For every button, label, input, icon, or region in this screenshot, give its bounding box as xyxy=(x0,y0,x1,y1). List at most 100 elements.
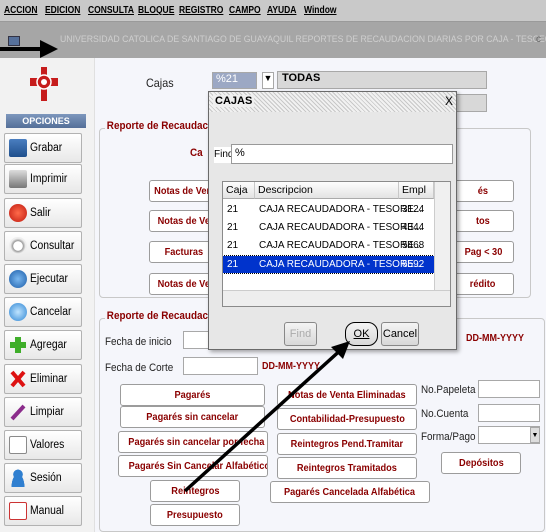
cancel-icon xyxy=(9,303,27,321)
sidebar-item-label: Limpiar xyxy=(30,406,64,418)
sidebar-item-label: Agregar xyxy=(30,339,67,351)
title-bar: UNIVERSIDAD CATOLICA DE SANTIAGO DE GUAY… xyxy=(0,22,546,58)
menu-bar: ACCION EDICION CONSULTA BLOQUE REGISTRO … xyxy=(0,0,546,22)
pagares-sin-cancelar-fecha-button[interactable]: Pagarés sin cancelar por fecha xyxy=(118,431,268,453)
sidebar-item-label: Salir xyxy=(30,207,51,219)
find-input[interactable]: % xyxy=(231,144,453,164)
manual-icon xyxy=(9,502,27,520)
menu-accion[interactable]: ACCION xyxy=(4,5,38,16)
dialog-title-bar[interactable]: CAJAS X xyxy=(209,92,456,112)
sidebar-item-imprimir[interactable]: Imprimir xyxy=(4,164,82,194)
menu-registro[interactable]: REGISTRO xyxy=(179,5,223,16)
sidebar-item-consultar[interactable]: Consultar xyxy=(4,231,82,261)
fecha-corte-field[interactable] xyxy=(183,357,258,375)
cajas-code-field[interactable]: %21 xyxy=(212,72,257,89)
pag-30-button[interactable]: Pag < 30 xyxy=(452,241,514,263)
sidebar-item-cancelar[interactable]: Cancelar xyxy=(4,297,82,327)
pagares-top-button[interactable]: és xyxy=(452,180,514,202)
printer-icon xyxy=(9,170,27,188)
lov-down-icon[interactable]: ▼ xyxy=(262,72,274,89)
dropdown-chevron-icon[interactable]: ▼ xyxy=(530,427,540,443)
credito-button[interactable]: rédito xyxy=(452,273,514,295)
close-icon[interactable]: X xyxy=(445,94,453,108)
menu-consulta[interactable]: CONSULTA xyxy=(88,5,134,16)
values-icon xyxy=(9,436,27,454)
no-cuenta-label: No.Cuenta xyxy=(421,408,469,420)
lov-list: Caja Descripcion Empl 21 CAJA RECAUDADORA… xyxy=(222,181,451,307)
list-item[interactable]: 21 CAJA RECAUDADORA - TESORE... 3124 xyxy=(223,201,434,218)
sidebar-item-manual[interactable]: Manual xyxy=(4,496,82,526)
sidebar-item-valores[interactable]: Valores xyxy=(4,430,82,460)
no-papeleta-field[interactable] xyxy=(478,380,540,398)
sidebar-item-label: Sesión xyxy=(30,472,62,484)
column-header-caja[interactable]: Caja xyxy=(223,182,255,199)
menu-bloque[interactable]: BLOQUE xyxy=(138,5,174,16)
university-logo-icon xyxy=(30,67,58,101)
documentos-button[interactable]: tos xyxy=(452,210,514,232)
cancel-button[interactable]: Cancel xyxy=(381,322,419,346)
dialog-title: CAJAS xyxy=(213,95,255,107)
no-cuenta-field[interactable] xyxy=(478,404,540,422)
list-item[interactable]: 21 CAJA RECAUDADORA - TESORE... 4344 xyxy=(223,219,434,236)
column-header-descripcion[interactable]: Descripcion xyxy=(255,182,399,199)
horizontal-scrollbar[interactable] xyxy=(223,290,450,306)
window-title: UNIVERSIDAD CATOLICA DE SANTIAGO DE GUAY… xyxy=(60,34,546,45)
menu-window[interactable]: Window xyxy=(304,5,336,16)
add-icon xyxy=(9,336,27,354)
reintegros-button[interactable]: Reintegros xyxy=(150,480,240,502)
reintegros-tramitados-button[interactable]: Reintegros Tramitados xyxy=(277,457,417,479)
sidebar-item-salir[interactable]: Salir xyxy=(4,198,82,228)
save-icon xyxy=(9,139,27,157)
ok-button[interactable]: OK xyxy=(345,322,378,346)
menu-ayuda[interactable]: AYUDA xyxy=(267,5,296,16)
delete-icon xyxy=(9,370,27,388)
list-item[interactable]: 21 CAJA RECAUDADORA - TESORE... 5468 xyxy=(223,237,434,254)
find-label: Find xyxy=(214,147,233,163)
sidebar-item-eliminar[interactable]: Eliminar xyxy=(4,364,82,394)
sidebar-item-label: Grabar xyxy=(30,142,63,154)
vertical-scrollbar[interactable] xyxy=(434,182,450,290)
contabilidad-presupuesto-button[interactable]: Contabilidad-Presupuesto xyxy=(277,408,417,430)
sidebar xyxy=(0,58,95,532)
sidebar-item-label: Consultar xyxy=(30,240,75,252)
date-format-hint-2: DD-MM-YYYY xyxy=(262,361,321,372)
cajas-lov-dialog: CAJAS X Find % Caja Descripcion Empl 21 C… xyxy=(208,91,457,350)
arrow-icon xyxy=(0,40,58,58)
sidebar-item-grabar[interactable]: Grabar xyxy=(4,133,82,163)
sidebar-item-agregar[interactable]: Agregar xyxy=(4,330,82,360)
cajas-desc-field: TODAS xyxy=(277,71,487,89)
no-papeleta-label: No.Papeleta xyxy=(421,384,476,396)
pagares-sin-cancelar-alfabetico-button[interactable]: Pagarés Sin Cancelar Alfabético xyxy=(118,455,268,477)
session-icon xyxy=(9,469,27,487)
menu-edicion[interactable]: EDICION xyxy=(45,5,80,16)
sidebar-item-sesion[interactable]: Sesión xyxy=(4,463,82,493)
list-item-selected[interactable]: 21 CAJA RECAUDADORA - TESORE... 6592 xyxy=(223,255,435,274)
pagares-sin-cancelar-button[interactable]: Pagarés sin cancelar xyxy=(120,406,265,428)
fecha-inicio-label: Fecha de inicio xyxy=(105,336,172,348)
title-right-text: c xyxy=(536,34,541,45)
sidebar-item-label: Valores xyxy=(30,439,65,451)
find-button[interactable]: Find xyxy=(284,322,317,346)
sidebar-header: OPCIONES xyxy=(6,114,86,128)
pagares-cancelada-alfabetica-button[interactable]: Pagarés Cancelada Alfabética xyxy=(270,481,430,503)
pagares-button[interactable]: Pagarés xyxy=(120,384,265,406)
forma-pago-label: Forma/Pago xyxy=(421,431,476,443)
sidebar-item-label: Manual xyxy=(30,505,64,517)
notas-venta-eliminadas-button[interactable]: Notas de Venta Eliminadas xyxy=(277,384,417,406)
sidebar-item-label: Imprimir xyxy=(30,173,68,185)
power-icon xyxy=(9,204,27,222)
sidebar-item-limpiar[interactable]: Limpiar xyxy=(4,397,82,427)
cajas-label: Cajas xyxy=(146,76,174,90)
fecha-corte-label: Fecha de Corte xyxy=(105,362,174,374)
sidebar-item-label: Eliminar xyxy=(30,373,68,385)
menu-campo[interactable]: CAMPO xyxy=(229,5,261,16)
presupuesto-button[interactable]: Presupuesto xyxy=(150,504,240,526)
depositos-button[interactable]: Depósitos xyxy=(441,452,521,474)
clear-icon xyxy=(9,403,27,421)
sidebar-item-ejecutar[interactable]: Ejecutar xyxy=(4,264,82,294)
search-icon xyxy=(9,237,27,255)
sidebar-item-label: Cancelar xyxy=(30,306,72,318)
column-header-empl[interactable]: Empl xyxy=(399,182,434,199)
reintegros-pend-tramitar-button[interactable]: Reintegros Pend.Tramitar xyxy=(277,433,417,455)
execute-icon xyxy=(9,270,27,288)
